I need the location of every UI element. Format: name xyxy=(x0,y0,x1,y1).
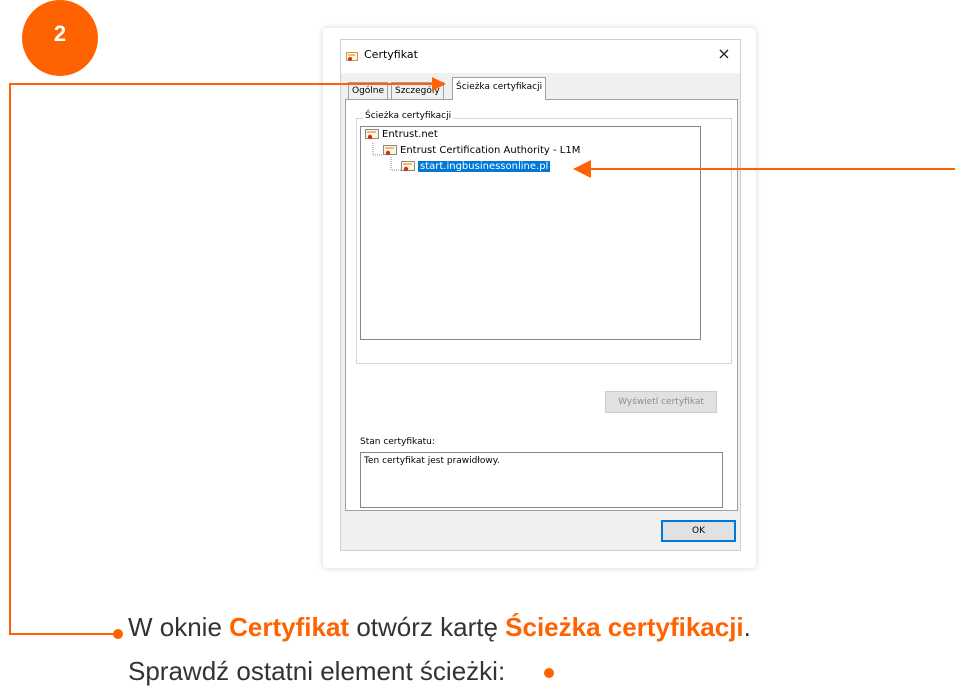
bullet-dot-icon xyxy=(544,668,554,678)
caption-text-line2: Sprawdź ostatni element ścieżki: xyxy=(128,656,506,686)
tab-certification-path[interactable]: Ścieżka certyfikacji xyxy=(452,77,547,100)
caption-text: . xyxy=(743,612,751,642)
annotation-overlay xyxy=(9,77,955,635)
instruction-caption: W oknie Certyfikat otwórz kartę Ścieżka … xyxy=(128,612,751,643)
bullet-dot-icon xyxy=(113,629,123,639)
caption-highlight-path-tab: Ścieżka certyfikacji xyxy=(505,612,744,642)
instruction-caption-line2: Sprawdź ostatni element ścieżki: xyxy=(128,656,505,687)
tab-certification-path-label: Ścieżka certyfikacji xyxy=(456,82,543,92)
caption-highlight-certyfikat: Certyfikat xyxy=(229,612,350,642)
caption-text: W oknie xyxy=(128,612,230,642)
caption-text: otwórz kartę xyxy=(349,612,506,642)
